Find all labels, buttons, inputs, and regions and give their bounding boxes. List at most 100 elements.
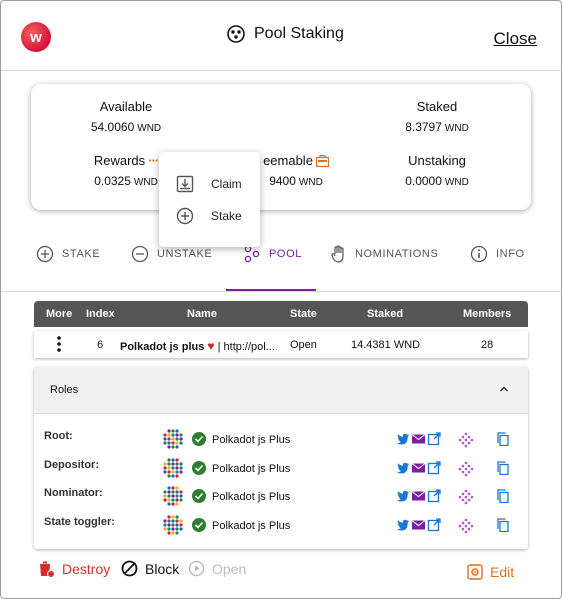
rewards-label: Rewards bbox=[93, 153, 146, 168]
tab-info[interactable]: INFO bbox=[470, 245, 525, 263]
role-account-name: Polkadot js Plus bbox=[212, 463, 291, 475]
col-more: More bbox=[46, 308, 73, 320]
tab-stake-label: STAKE bbox=[62, 248, 101, 260]
tab-pool-label: POOL bbox=[269, 248, 302, 260]
copy-icon[interactable] bbox=[496, 518, 510, 532]
social-links bbox=[396, 461, 441, 475]
app-logo: w bbox=[21, 22, 51, 52]
tab-bar: STAKE UNSTAKE POOL NOMINATIONS INFO bbox=[1, 232, 561, 292]
open-in-new-icon[interactable] bbox=[427, 461, 441, 475]
edit-label: Edit bbox=[490, 564, 515, 580]
pool-icon bbox=[244, 245, 260, 263]
chevron-up-icon[interactable] bbox=[498, 383, 510, 395]
identicon-icon bbox=[163, 515, 183, 535]
settings-icon bbox=[467, 564, 483, 580]
menu-item-claim[interactable]: Claim bbox=[159, 168, 260, 200]
available-value: 54.0060 bbox=[90, 120, 135, 134]
rewards-unit: WND bbox=[133, 177, 158, 188]
row-name: Polkadot js plus ♥ | http://pol... bbox=[120, 339, 275, 353]
staked-balance: Staked 8.3797 WND bbox=[387, 99, 487, 134]
title-group: Pool Staking bbox=[227, 25, 344, 43]
twitter-icon[interactable] bbox=[396, 461, 410, 475]
role-label: State toggler: bbox=[44, 516, 115, 528]
subscan-icon[interactable] bbox=[458, 432, 474, 448]
copy-icon[interactable] bbox=[496, 432, 510, 446]
social-links bbox=[396, 432, 441, 446]
col-state: State bbox=[290, 308, 317, 320]
unstaking-balance: Unstaking 0.0000 WND bbox=[387, 153, 487, 188]
menu-item-claim-label: Claim bbox=[211, 177, 242, 191]
redeemable-value: 9400 bbox=[269, 174, 296, 188]
pool-icon bbox=[227, 25, 245, 43]
tab-unstake[interactable]: UNSTAKE bbox=[131, 245, 212, 263]
tab-pool[interactable]: POOL bbox=[243, 245, 302, 263]
roles-title: Roles bbox=[50, 384, 79, 396]
email-icon[interactable] bbox=[411, 461, 426, 475]
role-account-name: Polkadot js Plus bbox=[212, 491, 291, 503]
header: w Pool Staking Close bbox=[1, 1, 561, 71]
tab-nominations-label: NOMINATIONS bbox=[355, 248, 439, 260]
identicon-icon bbox=[163, 458, 183, 478]
identicon-icon bbox=[163, 429, 183, 449]
more-dots-icon[interactable]: ··· bbox=[148, 153, 159, 168]
role-row: Root: Polkadot js Plus bbox=[34, 428, 528, 456]
row-staked: 14.4381 WND bbox=[351, 339, 421, 351]
more-vert-icon[interactable] bbox=[56, 336, 62, 355]
twitter-icon[interactable] bbox=[396, 518, 410, 532]
role-account-name: Polkadot js Plus bbox=[212, 520, 291, 532]
twitter-icon[interactable] bbox=[396, 489, 410, 503]
hand-icon bbox=[331, 245, 344, 263]
twitter-icon[interactable] bbox=[396, 432, 410, 446]
download-icon bbox=[176, 175, 194, 193]
tab-nominations[interactable]: NOMINATIONS bbox=[331, 245, 438, 263]
tab-info-label: INFO bbox=[496, 248, 525, 260]
role-row: Depositor: Polkadot js Plus bbox=[34, 457, 528, 485]
staked-label: Staked bbox=[416, 99, 458, 114]
subscan-icon[interactable] bbox=[458, 518, 474, 534]
balances-card: Available 54.0060 WND Staked 8.3797 WND Re… bbox=[31, 84, 531, 210]
unstaking-label: Unstaking bbox=[408, 153, 466, 168]
block-button[interactable]: Block bbox=[121, 560, 179, 577]
row-name-text: Polkadot js plus bbox=[120, 341, 205, 353]
row-name-suffix: | http://pol... bbox=[217, 341, 275, 353]
copy-icon[interactable] bbox=[496, 489, 510, 503]
email-icon[interactable] bbox=[411, 518, 426, 532]
open-in-new-icon[interactable] bbox=[427, 518, 441, 532]
rewards-value: 0.0325 bbox=[94, 174, 131, 188]
roles-header[interactable]: Roles bbox=[34, 367, 528, 414]
verified-check-icon bbox=[192, 489, 206, 503]
row-members: 28 bbox=[481, 339, 494, 351]
remove-circle-icon bbox=[131, 245, 149, 263]
redeemable-unit: WND bbox=[298, 177, 323, 188]
verified-check-icon bbox=[192, 432, 206, 446]
unstaking-value: 0.0000 bbox=[405, 174, 442, 188]
unstaking-unit: WND bbox=[444, 177, 469, 188]
redeemable-label: eemable bbox=[263, 153, 313, 168]
email-icon[interactable] bbox=[411, 489, 426, 503]
active-tab-indicator bbox=[226, 289, 316, 291]
role-label: Root: bbox=[44, 430, 73, 442]
role-label: Depositor: bbox=[44, 459, 99, 471]
add-circle-icon bbox=[36, 245, 54, 263]
open-in-new-icon[interactable] bbox=[427, 489, 441, 503]
subscan-icon[interactable] bbox=[458, 461, 474, 477]
heart-icon: ♥ bbox=[207, 339, 215, 353]
roles-panel: Roles Root: Polkadot js Plus Depositor: Pol… bbox=[34, 367, 528, 549]
menu-item-stake[interactable]: Stake bbox=[159, 200, 260, 232]
open-button[interactable]: Open bbox=[188, 560, 246, 577]
subscan-icon[interactable] bbox=[458, 489, 474, 505]
destroy-icon bbox=[40, 561, 55, 578]
email-icon[interactable] bbox=[411, 432, 426, 446]
copy-icon[interactable] bbox=[496, 461, 510, 475]
tab-stake[interactable]: STAKE bbox=[36, 245, 100, 263]
add-circle-icon bbox=[176, 207, 194, 225]
identicon-icon bbox=[163, 486, 183, 506]
open-in-new-icon[interactable] bbox=[427, 432, 441, 446]
open-label: Open bbox=[212, 560, 247, 577]
edit-button[interactable]: Edit bbox=[467, 564, 514, 580]
redeem-icon[interactable] bbox=[315, 154, 329, 167]
close-link[interactable]: Close bbox=[494, 29, 537, 49]
destroy-button[interactable]: Destroy bbox=[37, 560, 110, 578]
table-row[interactable]: 6 Polkadot js plus ♥ | http://pol... Ope… bbox=[34, 331, 528, 358]
staked-value: 8.3797 bbox=[405, 120, 442, 134]
